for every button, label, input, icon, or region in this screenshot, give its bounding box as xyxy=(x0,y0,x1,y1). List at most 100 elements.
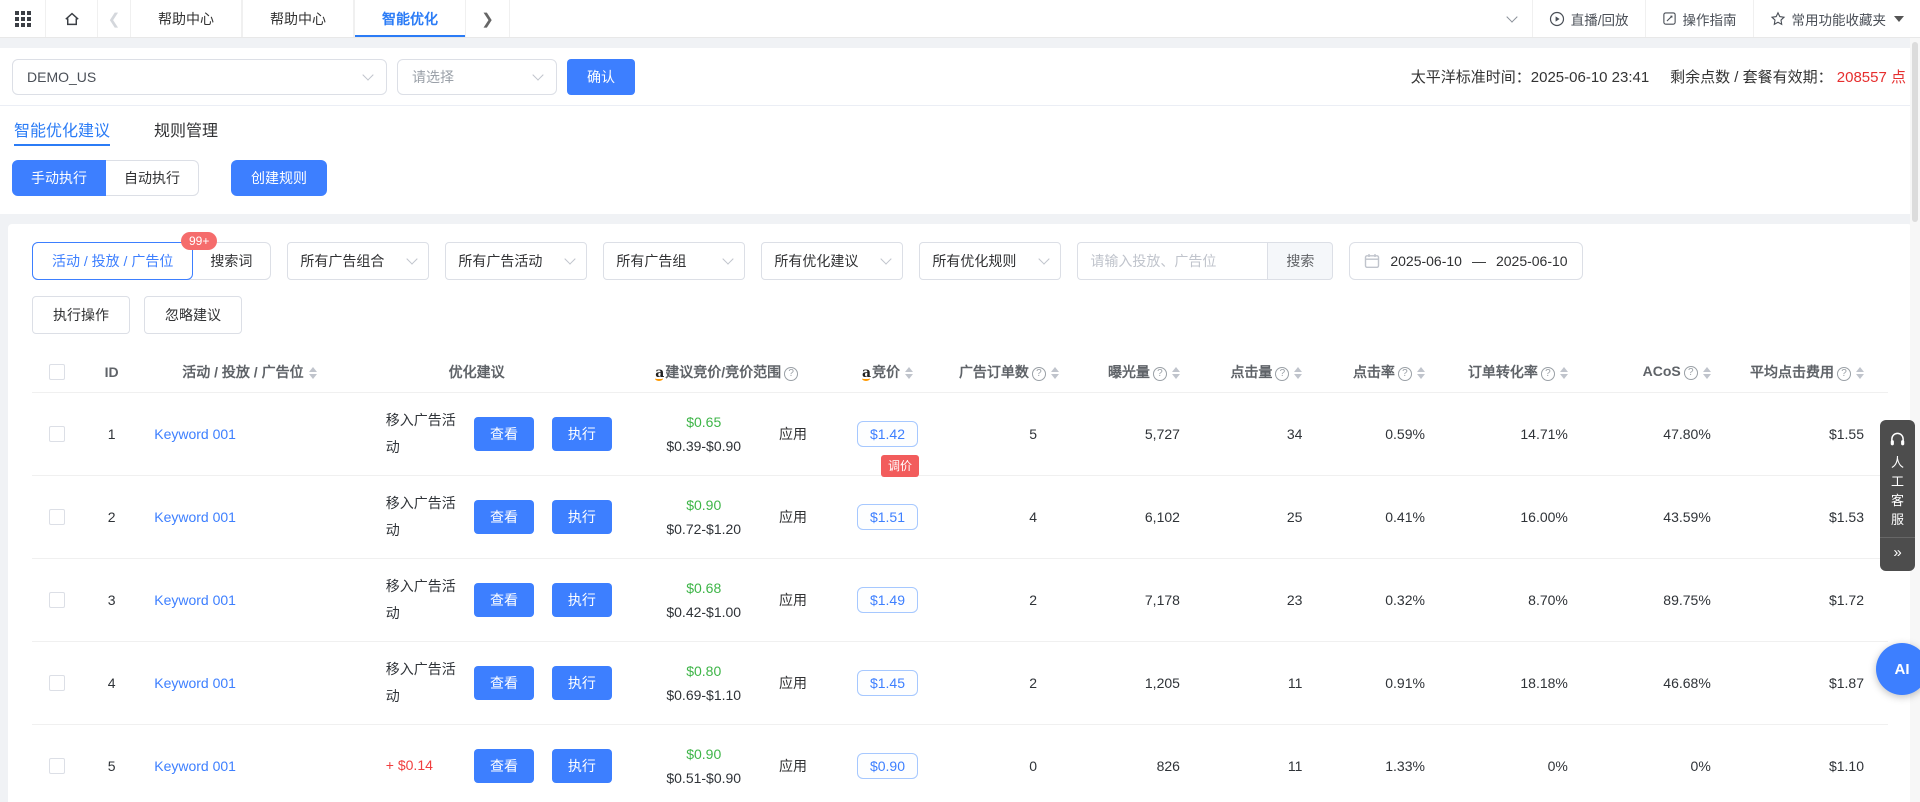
impressions-value: 6,102 xyxy=(1061,475,1204,558)
sort-clicks[interactable] xyxy=(1294,367,1302,379)
tab-rule-management[interactable]: 规则管理 xyxy=(154,106,218,152)
sort-bid[interactable] xyxy=(905,367,913,379)
view-button[interactable]: 查看 xyxy=(474,417,534,451)
keyword-link[interactable]: Keyword 001 xyxy=(154,675,236,691)
apply-link[interactable]: 应用 xyxy=(779,509,807,525)
sort-cpc[interactable] xyxy=(1856,367,1864,379)
favorites-button[interactable]: 常用功能收藏夹 xyxy=(1753,0,1920,37)
tabs-scroll-right-button[interactable]: ❯ xyxy=(466,0,510,37)
ctr-value: 0.41% xyxy=(1326,475,1449,558)
row-checkbox[interactable] xyxy=(49,509,65,525)
browser-tab-help-2[interactable]: 帮助中心 xyxy=(242,0,354,37)
impressions-value: 1,205 xyxy=(1061,641,1204,724)
ignore-suggestion-button[interactable]: 忽略建议 xyxy=(144,296,242,334)
apps-grid-button[interactable] xyxy=(0,0,46,37)
current-bid-pill[interactable]: $0.90 xyxy=(857,753,918,779)
run-button[interactable]: 执行 xyxy=(552,666,612,700)
clicks-value: 23 xyxy=(1204,558,1327,641)
help-icon[interactable]: ? xyxy=(1837,367,1851,381)
create-rule-button[interactable]: 创建规则 xyxy=(231,160,327,196)
scrollbar-thumb[interactable] xyxy=(1912,42,1918,222)
campaign-filter-dropdown[interactable]: 所有广告活动 xyxy=(445,242,587,280)
help-icon[interactable]: ? xyxy=(1541,367,1555,381)
tabs-scroll-left-button[interactable]: ❮ xyxy=(98,0,130,37)
keyword-link[interactable]: Keyword 001 xyxy=(154,426,236,442)
column-bid: a竞价 xyxy=(816,352,959,392)
view-button[interactable]: 查看 xyxy=(474,583,534,617)
run-button[interactable]: 执行 xyxy=(552,500,612,534)
target-type-segment: 99+ 活动 / 投放 / 广告位 搜索词 xyxy=(32,242,271,280)
run-button[interactable]: 执行 xyxy=(552,749,612,783)
shop-select[interactable]: DEMO_US xyxy=(12,59,387,95)
help-icon[interactable]: ? xyxy=(1275,367,1289,381)
help-icon[interactable]: ? xyxy=(1684,366,1698,380)
orders-value: 4 xyxy=(959,475,1061,558)
clicks-value: 11 xyxy=(1204,724,1327,802)
current-bid-wrap: $1.49 xyxy=(857,587,918,613)
segment-campaign-target-placement[interactable]: 活动 / 投放 / 广告位 xyxy=(32,242,193,280)
tab-smart-suggestions[interactable]: 智能优化建议 xyxy=(14,106,110,152)
apply-link[interactable]: 应用 xyxy=(779,675,807,691)
execute-action-button[interactable]: 执行操作 xyxy=(32,296,130,334)
view-button[interactable]: 查看 xyxy=(474,749,534,783)
sort-cvr[interactable] xyxy=(1560,367,1568,379)
execution-mode-row: 手动执行 自动执行 创建规则 xyxy=(0,152,1920,214)
keyword-search-input[interactable] xyxy=(1077,242,1267,280)
help-icon[interactable]: ? xyxy=(1153,367,1167,381)
help-icon[interactable]: ? xyxy=(1398,367,1412,381)
customer-service-widget[interactable]: 人工客服 » xyxy=(1880,420,1915,571)
view-button[interactable]: 查看 xyxy=(474,500,534,534)
row-checkbox[interactable] xyxy=(49,426,65,442)
sort-target[interactable] xyxy=(309,367,317,379)
collapse-button[interactable]: » xyxy=(1893,542,1901,563)
current-bid-pill[interactable]: $1.49 xyxy=(857,587,918,613)
secondary-select[interactable]: 请选择 xyxy=(397,59,557,95)
select-all-checkbox[interactable] xyxy=(49,364,65,380)
portfolio-filter-dropdown[interactable]: 所有广告组合 xyxy=(287,242,429,280)
column-suggested-bid: a建议竞价/竞价范围? xyxy=(637,352,816,392)
help-icon[interactable]: ? xyxy=(1032,367,1046,381)
adgroup-filter-dropdown[interactable]: 所有广告组 xyxy=(603,242,745,280)
sort-orders[interactable] xyxy=(1051,367,1059,379)
row-checkbox[interactable] xyxy=(49,592,65,608)
confirm-button[interactable]: 确认 xyxy=(567,59,635,95)
suggestion-text: 移入广告活动 xyxy=(386,573,466,626)
column-id: ID xyxy=(81,352,142,392)
cpc-value: $1.87 xyxy=(1735,641,1888,724)
apply-link[interactable]: 应用 xyxy=(779,758,807,774)
manual-execute-button[interactable]: 手动执行 xyxy=(12,160,106,196)
tab-list-dropdown-button[interactable] xyxy=(1492,0,1532,37)
home-button[interactable] xyxy=(46,0,98,37)
apply-link[interactable]: 应用 xyxy=(779,426,807,442)
table-row: 2 Keyword 001 移入广告活动 查看 执行 $0.90 $0.72-$… xyxy=(32,475,1888,558)
view-button[interactable]: 查看 xyxy=(474,666,534,700)
sort-ctr[interactable] xyxy=(1417,367,1425,379)
date-range-picker[interactable]: 2025-06-10 — 2025-06-10 xyxy=(1349,242,1582,280)
rule-filter-dropdown[interactable]: 所有优化规则 xyxy=(919,242,1061,280)
current-bid-pill[interactable]: $1.51 xyxy=(857,504,918,530)
keyword-link[interactable]: Keyword 001 xyxy=(154,758,236,774)
keyword-link[interactable]: Keyword 001 xyxy=(154,592,236,608)
apply-link[interactable]: 应用 xyxy=(779,592,807,608)
row-checkbox[interactable] xyxy=(49,758,65,774)
guide-button[interactable]: 操作指南 xyxy=(1645,0,1753,37)
sort-acos[interactable] xyxy=(1703,367,1711,379)
live-replay-button[interactable]: 直播/回放 xyxy=(1532,0,1645,37)
browser-tab-help-1[interactable]: 帮助中心 xyxy=(130,0,242,37)
row-checkbox[interactable] xyxy=(49,675,65,691)
current-bid-pill[interactable]: $1.45 xyxy=(857,670,918,696)
ai-assistant-button[interactable]: AI xyxy=(1876,643,1920,695)
current-bid-pill[interactable]: $1.42 xyxy=(857,421,918,447)
search-button[interactable]: 搜索 xyxy=(1267,242,1333,280)
suggestion-filter-dropdown[interactable]: 所有优化建议 xyxy=(761,242,903,280)
chevron-down-icon xyxy=(532,69,543,80)
keyword-link[interactable]: Keyword 001 xyxy=(154,509,236,525)
run-button[interactable]: 执行 xyxy=(552,417,612,451)
home-icon xyxy=(63,10,81,28)
browser-tab-smart-optimize[interactable]: 智能优化 xyxy=(354,0,466,37)
help-icon[interactable]: ? xyxy=(784,367,798,381)
auto-execute-button[interactable]: 自动执行 xyxy=(106,160,199,196)
sort-impressions[interactable] xyxy=(1172,367,1180,379)
run-button[interactable]: 执行 xyxy=(552,583,612,617)
calendar-icon xyxy=(1364,253,1380,269)
